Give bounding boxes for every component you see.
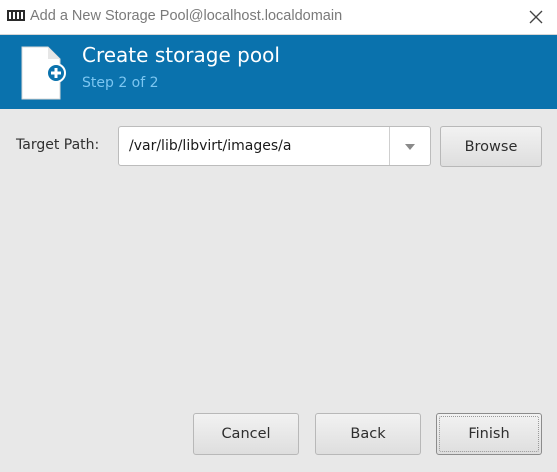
title-bar: Add a New Storage Pool@localhost.localdo… (0, 0, 557, 35)
header-banner: Create storage pool Step 2 of 2 (0, 35, 557, 109)
banner-title: Create storage pool (82, 43, 280, 67)
finish-button[interactable]: Finish (436, 413, 542, 455)
window-title: Add a New Storage Pool@localhost.localdo… (30, 8, 343, 24)
new-document-icon (21, 46, 66, 100)
browse-button[interactable]: Browse (440, 126, 542, 167)
dialog-window: Add a New Storage Pool@localhost.localdo… (0, 0, 557, 472)
close-button[interactable] (527, 8, 545, 26)
chevron-down-icon (405, 144, 415, 150)
target-path-combobox[interactable] (118, 126, 431, 166)
step-indicator: Step 2 of 2 (82, 75, 159, 91)
cancel-button[interactable]: Cancel (193, 413, 299, 455)
back-button[interactable]: Back (315, 413, 421, 455)
close-icon (529, 10, 543, 24)
target-path-dropdown-button[interactable] (390, 127, 430, 165)
target-path-input[interactable] (119, 127, 389, 165)
target-path-label: Target Path: (16, 137, 100, 153)
virt-manager-icon (7, 10, 25, 21)
